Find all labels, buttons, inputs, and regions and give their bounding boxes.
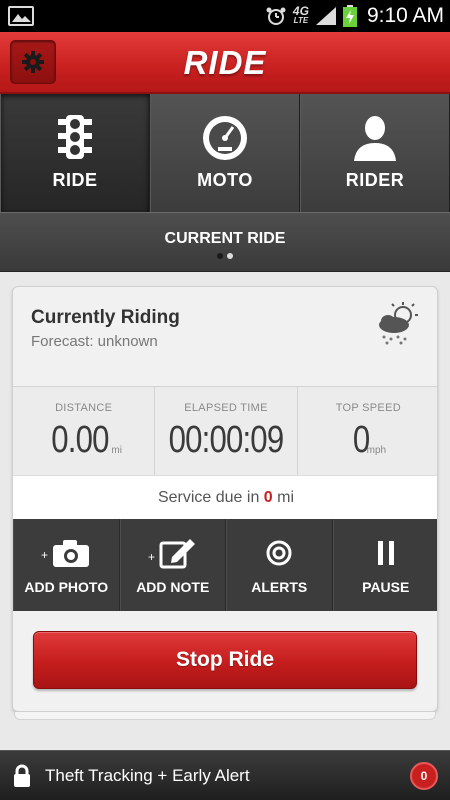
alert-count-badge[interactable]: 0 [410,762,438,790]
target-icon [266,540,292,566]
stop-ride-button[interactable]: Stop Ride [33,631,417,689]
stat-top-speed: TOP SPEED 0 mph [298,387,437,475]
action-label: ADD NOTE [136,579,210,595]
app-header: RIDE [0,32,450,94]
tab-label: MOTO [197,170,253,190]
app-title: RIDE [183,44,267,81]
battery-charging-icon [342,5,357,27]
pause-icon [377,541,394,565]
camera-icon: + [41,540,90,567]
service-due-value: 0 [263,489,273,506]
tab-ride[interactable]: RIDE [0,94,150,212]
page-dot-active [227,253,233,259]
tab-rider[interactable]: RIDER [300,94,450,212]
ride-actions: + ADD PHOTO + ADD NOTE ALERTS PAUSE [13,519,437,611]
tab-label: RIDE [52,170,98,190]
service-due-text: Service due in 0 mi [13,475,437,519]
pause-button[interactable]: PAUSE [332,519,437,611]
stat-value: 0.00 [51,419,110,461]
action-label: ADD PHOTO [24,579,109,595]
svg-text:+: + [41,548,48,562]
stat-value: 0 [352,419,369,461]
stat-elapsed-time: ELAPSED TIME 00:00:09 [155,387,298,475]
stat-label: ELAPSED TIME [184,402,268,414]
action-label: ALERTS [251,579,308,595]
section-title: CURRENT RIDE [164,230,286,247]
gallery-notification-icon [8,6,34,26]
alarm-icon [266,7,286,25]
stat-value: 00:00:09 [168,419,285,461]
card-stack-edge [14,712,436,720]
network-type: 4G LTE [292,4,309,25]
add-photo-button[interactable]: + ADD PHOTO [13,519,120,611]
cloudy-sun-icon [379,302,418,345]
stat-unit: mph [366,445,387,456]
forecast-text: Forecast: unknown [31,333,158,350]
svg-text:+: + [148,550,155,564]
tab-moto[interactable]: MOTO [150,94,300,212]
action-label: PAUSE [362,579,410,595]
page-indicator [0,253,450,259]
person-icon [354,116,396,161]
clock: 9:10 AM [366,4,444,27]
speedometer-icon [203,116,247,160]
lock-icon [14,764,30,787]
page-dot [217,253,223,259]
theft-tracking-label: Theft Tracking + Early Alert [45,766,250,785]
stat-label: TOP SPEED [335,402,401,414]
ride-stats: DISTANCE 0.00 mi ELAPSED TIME 00:00:09 T… [13,386,437,475]
edit-note-icon: + [148,539,195,569]
status-bar: 4G LTE 9:10 AM [0,0,450,32]
section-header: CURRENT RIDE [0,212,450,272]
signal-icon [315,7,336,25]
theft-tracking-bar[interactable]: Theft Tracking + Early Alert 0 [0,750,450,800]
add-note-button[interactable]: + ADD NOTE [119,519,226,611]
stat-distance: DISTANCE 0.00 mi [13,387,156,475]
traffic-light-icon [58,115,92,159]
alerts-button[interactable]: ALERTS [226,519,333,611]
tab-label: RIDER [345,170,405,190]
current-ride-card: Currently Riding Forecast: unknown DISTA… [12,286,438,712]
main-tabs: RIDE MOTO RIDER [0,94,450,212]
stat-label: DISTANCE [55,402,113,414]
stat-unit: mi [111,445,122,456]
ride-status-title: Currently Riding [31,307,180,328]
